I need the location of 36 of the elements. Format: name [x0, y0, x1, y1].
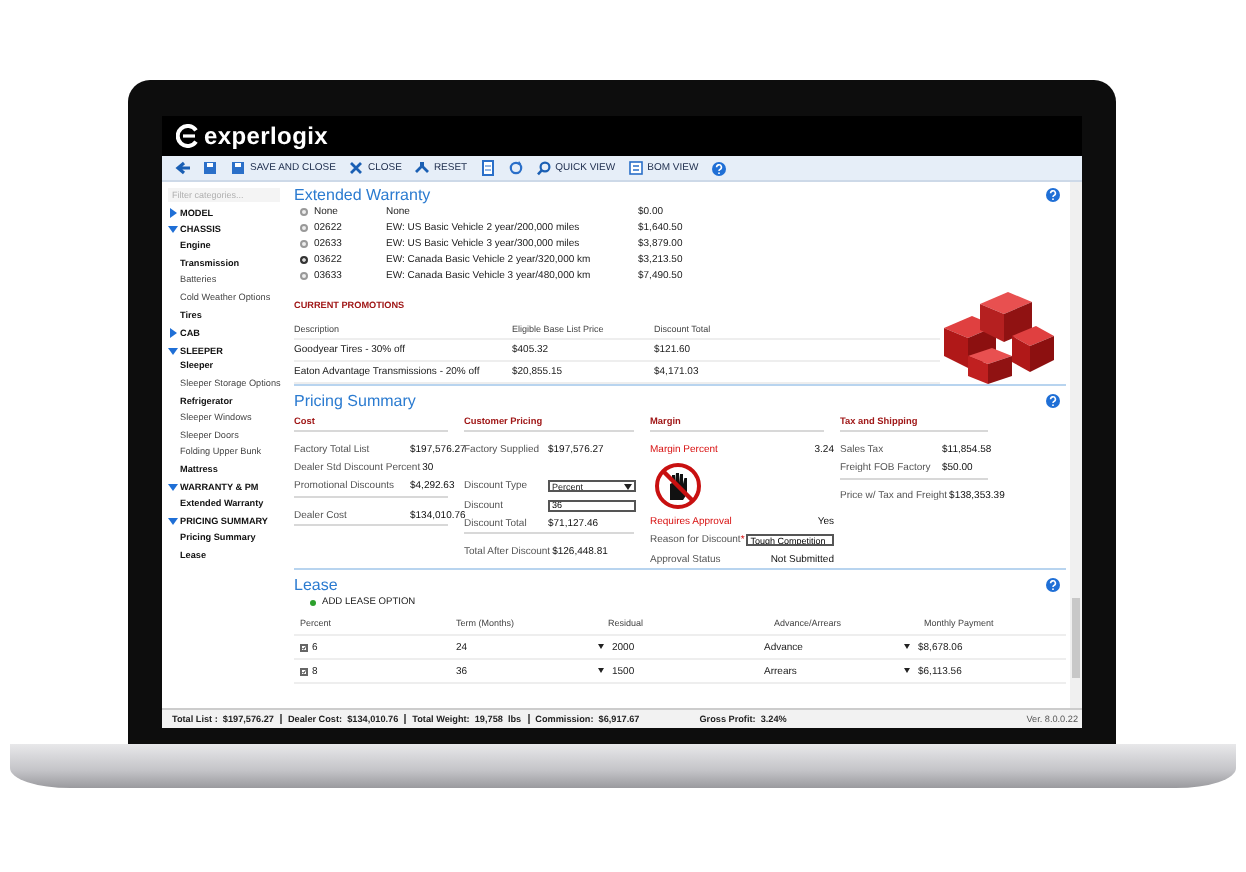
- app-logo: experlogix: [204, 122, 329, 150]
- refresh-icon: [507, 160, 524, 176]
- document-button[interactable]: [477, 158, 498, 178]
- search-icon: [535, 160, 552, 176]
- help-icon[interactable]: [712, 161, 727, 175]
- logo-icon: [176, 124, 200, 148]
- section-title: Lease: [294, 576, 338, 595]
- dropdown-arrow-icon[interactable]: [904, 644, 910, 651]
- radio-button[interactable]: [300, 240, 308, 248]
- list-icon: [627, 160, 644, 176]
- radio-button[interactable]: [300, 224, 308, 232]
- save-icon: [230, 160, 246, 176]
- scrollbar-thumb[interactable]: [1072, 598, 1080, 678]
- doc-icon: [479, 160, 496, 176]
- help-icon[interactable]: [1046, 578, 1060, 593]
- back-button[interactable]: [172, 158, 192, 178]
- section-title: Extended Warranty: [294, 186, 431, 204]
- dropdown-arrow-icon[interactable]: [598, 668, 604, 675]
- radio-button[interactable]: [300, 208, 308, 216]
- dropdown-arrow-icon[interactable]: [598, 644, 604, 651]
- stop-hand-icon: [654, 461, 702, 510]
- plus-dot-icon: [310, 600, 316, 607]
- help-icon[interactable]: [1046, 394, 1060, 408]
- radio-button[interactable]: [300, 272, 308, 280]
- close-icon: [347, 160, 364, 176]
- checkbox[interactable]: [300, 667, 308, 676]
- refresh-button[interactable]: [505, 158, 526, 178]
- save-icon: [202, 160, 218, 176]
- save-button[interactable]: [200, 158, 220, 178]
- dropdown-arrow-icon[interactable]: [904, 668, 910, 675]
- checkbox[interactable]: [300, 643, 308, 652]
- dropdown-arrow-icon: [624, 483, 632, 490]
- radio-button[interactable]: [300, 256, 308, 264]
- section-title: Pricing Summary: [294, 392, 416, 410]
- back-icon: [174, 160, 190, 176]
- help-icon[interactable]: [1046, 188, 1060, 202]
